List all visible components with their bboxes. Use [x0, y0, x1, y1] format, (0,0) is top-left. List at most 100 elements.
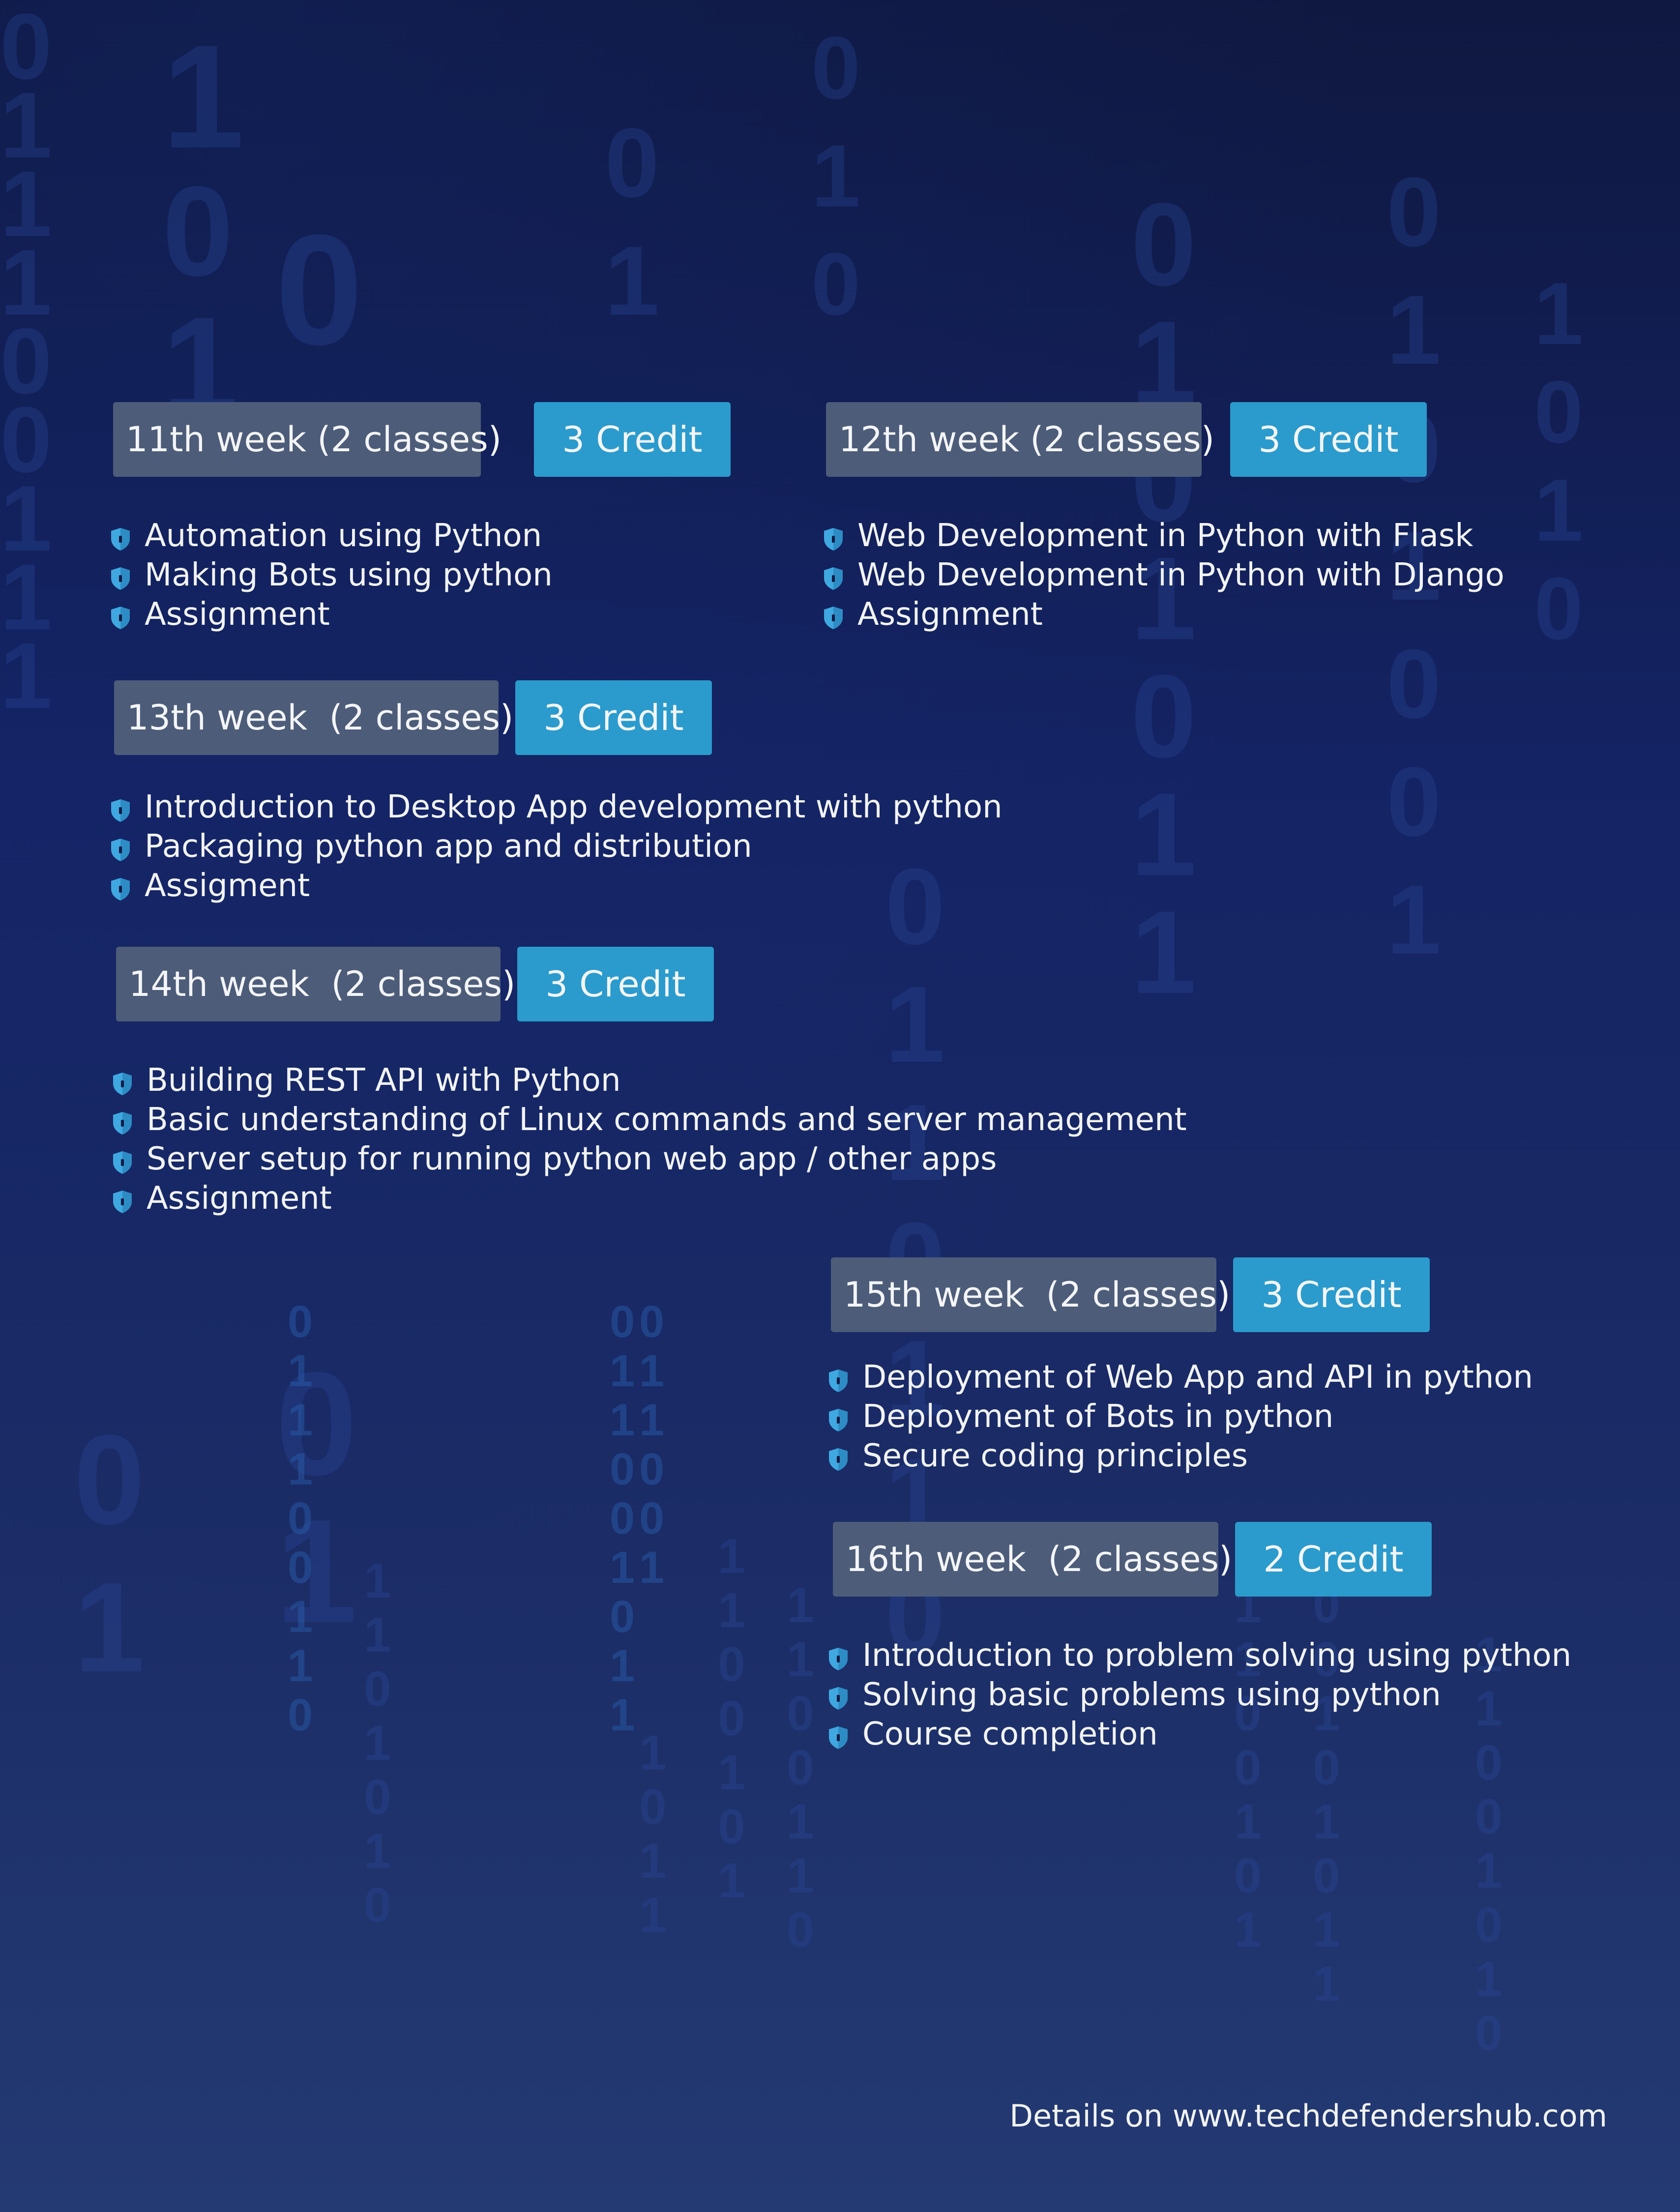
svg-text:1: 1	[1475, 1843, 1503, 1898]
svg-text:1: 1	[364, 1716, 391, 1771]
topic-text: Packaging python app and distribution	[145, 828, 752, 865]
svg-text:0: 0	[718, 1637, 745, 1692]
svg-text:1: 1	[1386, 865, 1441, 975]
svg-text:0: 0	[1131, 178, 1196, 310]
svg-text:0: 0	[74, 1409, 145, 1551]
svg-text:1: 1	[0, 545, 52, 649]
shield-icon	[824, 528, 843, 551]
svg-text:0: 0	[787, 1686, 814, 1741]
svg-text:1: 1	[1131, 768, 1196, 900]
svg-text:1: 1	[639, 1395, 664, 1445]
topic-text: Deployment of Web App and API in python	[862, 1359, 1533, 1396]
svg-text:1: 1	[364, 1553, 391, 1608]
svg-text:0: 0	[1386, 747, 1441, 857]
topic-text: Secure coding principles	[862, 1438, 1248, 1474]
svg-text:1: 1	[288, 1641, 313, 1691]
footer-details-link[interactable]: Details on www.techdefendershub.com	[1009, 2098, 1607, 2134]
svg-text:1: 1	[787, 1794, 814, 1849]
topic-list: Deployment of Web App and API in python …	[827, 1358, 1533, 1476]
svg-text:1: 1	[288, 1395, 313, 1445]
svg-text:1: 1	[364, 1824, 391, 1879]
topic-item: Server setup for running python web app …	[111, 1139, 1187, 1179]
svg-text:1: 1	[811, 127, 860, 226]
svg-text:1: 1	[288, 1444, 313, 1494]
credit-badge: 3 Credit	[517, 947, 714, 1021]
svg-text:0: 0	[718, 1691, 745, 1746]
topic-text: Basic understanding of Linux commands an…	[147, 1102, 1187, 1138]
topic-item: Building REST API with Python	[111, 1061, 1187, 1100]
svg-text:1: 1	[639, 1834, 667, 1889]
topic-item: Basic understanding of Linux commands an…	[111, 1100, 1187, 1139]
shield-icon	[829, 1726, 848, 1749]
svg-text:1: 1	[787, 1848, 814, 1903]
credit-badge: 3 Credit	[1230, 402, 1427, 477]
svg-text:1: 1	[718, 1529, 745, 1584]
svg-text:1: 1	[639, 1346, 664, 1396]
shield-icon	[829, 1648, 848, 1670]
week-label: 11th week (2 classes)	[113, 402, 501, 477]
svg-text:1: 1	[288, 1592, 313, 1642]
shield-icon	[111, 567, 130, 590]
svg-text:0: 0	[610, 1297, 635, 1347]
svg-text:0: 0	[718, 1799, 745, 1854]
topic-item: Assignment	[822, 595, 1504, 634]
svg-text:0: 0	[1534, 559, 1583, 658]
topic-item: Web Development in Python with Flask	[822, 516, 1504, 555]
topic-item: Assignment	[109, 595, 553, 634]
svg-text:0: 0	[1386, 629, 1441, 739]
svg-text:1: 1	[1534, 264, 1583, 363]
svg-text:0: 0	[639, 1297, 664, 1347]
week-label: 16th week (2 classes)	[833, 1522, 1232, 1597]
svg-text:1: 1	[1131, 886, 1196, 1018]
svg-text:0: 0	[605, 108, 659, 218]
week-label: 13th week (2 classes)	[114, 680, 513, 755]
svg-text:1: 1	[288, 1346, 313, 1396]
svg-text:0: 0	[275, 1341, 357, 1506]
shield-icon	[829, 1448, 848, 1471]
svg-text:0: 0	[1131, 650, 1196, 782]
shield-icon	[111, 799, 130, 822]
svg-text:1: 1	[718, 1745, 745, 1800]
svg-text:1: 1	[1386, 275, 1441, 385]
topic-item: Introduction to Desktop App development …	[109, 787, 1002, 827]
topic-text: Making Bots using python	[145, 557, 553, 593]
svg-text:1: 1	[639, 1543, 664, 1593]
shield-icon	[829, 1687, 848, 1710]
svg-text:0: 0	[288, 1493, 313, 1543]
svg-text:1: 1	[275, 1488, 357, 1654]
shield-icon	[111, 878, 130, 901]
shield-icon	[824, 607, 843, 629]
topic-text: Assignment	[145, 596, 330, 633]
svg-text:1: 1	[1234, 1794, 1262, 1849]
svg-text:0: 0	[1234, 1848, 1262, 1903]
topic-text: Solving basic problems using python	[862, 1677, 1441, 1713]
svg-text:1: 1	[610, 1395, 635, 1445]
svg-text:0: 0	[639, 1493, 664, 1543]
svg-text:0: 0	[1386, 157, 1441, 267]
shield-icon	[111, 528, 130, 551]
svg-text:0: 0	[288, 1297, 313, 1347]
topic-item: Packaging python app and distribution	[109, 827, 1002, 866]
svg-text:1: 1	[610, 1641, 635, 1691]
svg-text:1: 1	[364, 1607, 391, 1662]
svg-text:1: 1	[0, 73, 52, 177]
topic-item: Introduction to problem solving using py…	[827, 1636, 1571, 1675]
topic-item: Automation using Python	[109, 516, 553, 555]
svg-text:1: 1	[0, 152, 52, 256]
svg-text:0: 0	[787, 1902, 814, 1957]
svg-text:0: 0	[610, 1493, 635, 1543]
topic-item: Deployment of Web App and API in python	[827, 1358, 1533, 1397]
svg-text:0: 0	[610, 1444, 635, 1494]
svg-text:0: 0	[1475, 1789, 1503, 1844]
week-label: 15th week (2 classes)	[831, 1257, 1230, 1332]
svg-text:1: 1	[1534, 461, 1583, 560]
svg-text:1: 1	[787, 1578, 814, 1633]
svg-text:1: 1	[1234, 1902, 1262, 1957]
svg-text:0: 0	[639, 1444, 664, 1494]
svg-text:1: 1	[0, 466, 52, 571]
svg-text:0: 0	[0, 388, 52, 492]
topic-text: Course completion	[862, 1716, 1158, 1752]
topic-item: Deployment of Bots in python	[827, 1397, 1533, 1436]
svg-text:1: 1	[639, 1888, 667, 1943]
topic-text: Deployment of Bots in python	[862, 1398, 1334, 1435]
